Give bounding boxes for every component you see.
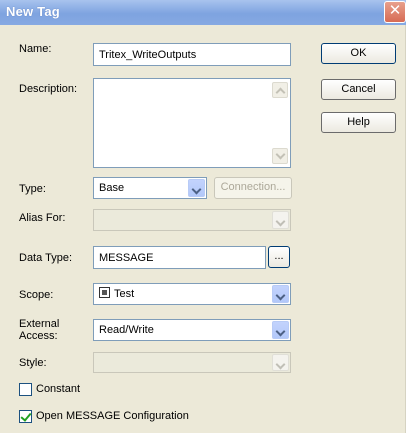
external-access-select[interactable]: Read/Write — [93, 319, 291, 341]
external-access-label: External Access: — [19, 318, 59, 342]
ok-button[interactable]: OK — [321, 43, 396, 64]
style-select[interactable] — [93, 352, 291, 373]
style-label: Style: — [19, 357, 47, 369]
type-chevron-down-icon[interactable] — [188, 179, 205, 197]
open-configuration-label: Open MESSAGE Configuration — [36, 410, 189, 422]
close-icon: ✕ — [388, 2, 402, 19]
help-button[interactable]: Help — [321, 112, 396, 133]
scope-chevron-down-icon[interactable] — [272, 285, 289, 303]
scroll-up-icon[interactable] — [272, 82, 288, 98]
description-textarea[interactable] — [93, 78, 291, 168]
connection-button[interactable]: Connection... — [214, 177, 292, 199]
scope-label: Scope: — [19, 289, 54, 301]
scroll-down-icon[interactable] — [272, 148, 288, 164]
external-access-label-line1: External — [19, 318, 60, 330]
type-label: Type: — [19, 183, 46, 195]
constant-checkbox[interactable] — [19, 383, 32, 396]
alias-for-label: Alias For: — [19, 212, 66, 224]
data-type-browse-button[interactable]: ... — [268, 246, 290, 268]
dialog-title: New Tag — [6, 4, 60, 19]
data-type-input[interactable]: MESSAGE — [93, 246, 266, 269]
checkmark-icon — [20, 410, 32, 422]
name-label: Name: — [19, 43, 52, 55]
external-access-label-line2: Access: — [19, 330, 58, 342]
description-label: Description: — [19, 83, 78, 95]
scope-select[interactable]: Test — [93, 283, 291, 305]
data-type-value: MESSAGE — [99, 252, 154, 264]
name-input[interactable]: Tritex_WriteOutputs — [93, 43, 291, 66]
cancel-button[interactable]: Cancel — [321, 79, 396, 100]
alias-chevron-down-icon[interactable] — [272, 211, 289, 229]
constant-label: Constant — [36, 383, 81, 395]
style-chevron-down-icon[interactable] — [272, 354, 289, 371]
external-access-chevron-down-icon[interactable] — [272, 321, 289, 339]
name-value: Tritex_WriteOutputs — [99, 49, 197, 61]
type-select[interactable]: Base — [93, 177, 207, 199]
title-bar[interactable]: New Tag ✕ — [0, 0, 406, 25]
data-type-label: Data Type: — [19, 252, 72, 264]
type-value: Base — [99, 182, 125, 194]
program-icon — [99, 287, 110, 298]
close-button[interactable]: ✕ — [384, 1, 406, 23]
external-access-value: Read/Write — [99, 324, 154, 336]
scope-value: Test — [114, 288, 135, 300]
open-configuration-checkbox[interactable] — [19, 410, 32, 423]
alias-for-select[interactable] — [93, 209, 291, 231]
new-tag-dialog: New Tag ✕ Name: Tritex_WriteOutputs Desc… — [0, 0, 406, 433]
